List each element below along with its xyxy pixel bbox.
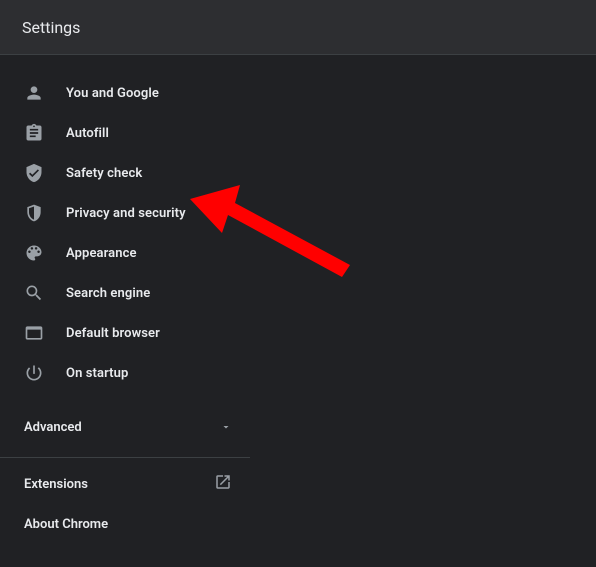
- open-in-new-icon: [214, 473, 232, 495]
- shield-check-icon: [24, 163, 44, 183]
- sidebar-item-on-startup[interactable]: On startup: [0, 353, 256, 393]
- search-icon: [24, 283, 44, 303]
- settings-sidebar: You and Google Autofill Safety check Pri…: [0, 55, 256, 544]
- shield-icon: [24, 203, 44, 223]
- palette-icon: [24, 243, 44, 263]
- sidebar-advanced-toggle[interactable]: Advanced: [0, 407, 256, 447]
- advanced-label: Advanced: [24, 420, 220, 435]
- sidebar-item-label: Safety check: [66, 166, 142, 181]
- sidebar-item-label: On startup: [66, 366, 128, 381]
- sidebar-item-label: Search engine: [66, 286, 150, 301]
- sidebar-item-appearance[interactable]: Appearance: [0, 233, 256, 273]
- browser-icon: [24, 323, 44, 343]
- sidebar-item-label: You and Google: [66, 86, 159, 101]
- sidebar-item-autofill[interactable]: Autofill: [0, 113, 256, 153]
- sidebar-item-label: Extensions: [24, 477, 88, 492]
- sidebar-item-label: Default browser: [66, 326, 160, 341]
- sidebar-item-label: About Chrome: [24, 517, 108, 532]
- clipboard-icon: [24, 123, 44, 143]
- chevron-down-icon: [220, 421, 232, 433]
- sidebar-item-label: Autofill: [66, 126, 109, 141]
- page-title: Settings: [22, 18, 80, 37]
- settings-header: Settings: [0, 0, 596, 55]
- person-icon: [24, 83, 44, 103]
- sidebar-item-label: Privacy and security: [66, 206, 186, 221]
- sidebar-item-default-browser[interactable]: Default browser: [0, 313, 256, 353]
- sidebar-item-you-and-google[interactable]: You and Google: [0, 73, 256, 113]
- power-icon: [24, 363, 44, 383]
- sidebar-item-search-engine[interactable]: Search engine: [0, 273, 256, 313]
- sidebar-item-label: Appearance: [66, 246, 137, 261]
- sidebar-item-privacy-and-security[interactable]: Privacy and security: [0, 193, 256, 233]
- sidebar-item-extensions[interactable]: Extensions: [0, 464, 256, 504]
- sidebar-divider: [0, 457, 250, 458]
- sidebar-item-safety-check[interactable]: Safety check: [0, 153, 256, 193]
- sidebar-item-about-chrome[interactable]: About Chrome: [0, 504, 256, 544]
